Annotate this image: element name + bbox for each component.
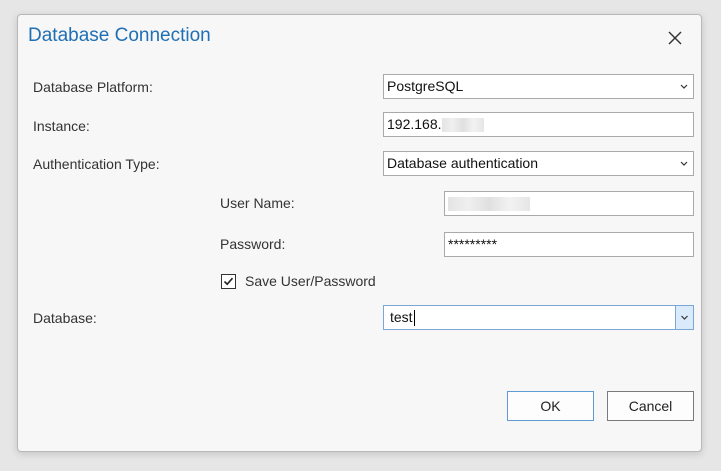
database-connection-dialog: Database Connection Database Platform: P…: [17, 14, 702, 452]
redacted-text: [448, 197, 530, 212]
chevron-down-icon: [680, 84, 688, 89]
database-dropdown-button[interactable]: [675, 306, 693, 329]
save-credentials-label[interactable]: Save User/Password: [245, 273, 376, 289]
checkmark-icon: [223, 277, 234, 286]
chevron-down-icon: [680, 161, 688, 166]
text-cursor: [413, 310, 415, 327]
instance-value: 192.168.: [387, 116, 442, 132]
database-combobox[interactable]: test: [383, 305, 694, 330]
redacted-text: [441, 118, 484, 133]
database-value: test: [390, 309, 413, 325]
password-label: Password:: [220, 236, 286, 252]
password-value: *********: [448, 236, 498, 252]
ok-button[interactable]: OK: [507, 391, 594, 421]
auth-type-select[interactable]: Database authentication: [383, 151, 694, 176]
close-button[interactable]: [664, 27, 686, 49]
platform-value: PostgreSQL: [387, 78, 464, 94]
instance-label: Instance:: [33, 118, 90, 134]
cancel-button[interactable]: Cancel: [607, 391, 694, 421]
username-label: User Name:: [220, 195, 295, 211]
password-input[interactable]: *********: [444, 232, 694, 257]
database-label: Database:: [33, 310, 97, 326]
chevron-down-icon: [681, 315, 688, 320]
username-input[interactable]: [444, 191, 694, 216]
auth-type-value: Database authentication: [387, 155, 538, 171]
dialog-title: Database Connection: [28, 25, 211, 46]
instance-input[interactable]: 192.168.: [383, 112, 694, 137]
close-icon: [668, 31, 682, 45]
save-credentials-checkbox[interactable]: [221, 274, 236, 289]
auth-type-label: Authentication Type:: [33, 156, 160, 172]
platform-select[interactable]: PostgreSQL: [383, 74, 694, 99]
platform-label: Database Platform:: [33, 79, 153, 95]
